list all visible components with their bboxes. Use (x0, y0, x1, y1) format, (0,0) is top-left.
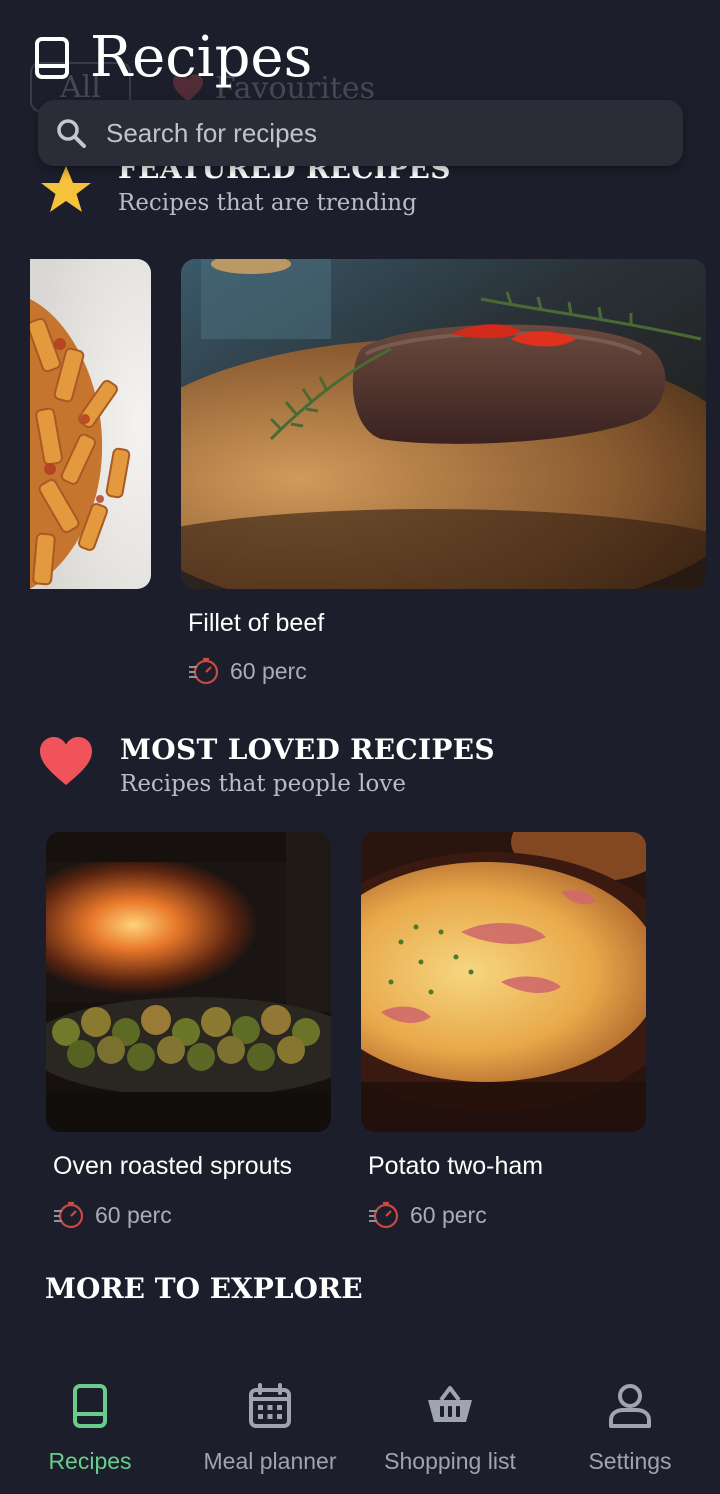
page-header: Recipes (34, 26, 312, 90)
time-label: 60 perc (230, 657, 307, 684)
most-loved-card-potato[interactable] (361, 832, 646, 1132)
nav-label-recipes: Recipes (48, 1448, 132, 1474)
book-icon (73, 1384, 107, 1428)
star-icon (41, 166, 91, 212)
book-icon (35, 37, 69, 79)
bottom-nav: Recipes Meal planner Shopping list Setti… (0, 1358, 720, 1494)
most-loved-subtitle: Recipes that people love (120, 771, 406, 797)
time-label: 60 perc (410, 1201, 487, 1228)
penne-pasta-image (30, 259, 151, 589)
search-input[interactable] (106, 117, 626, 149)
featured-card-beef-title: Fillet of beef (188, 609, 325, 637)
heart-icon (40, 737, 92, 785)
timer-icon (189, 657, 219, 685)
beef-fillet-image (181, 259, 706, 589)
nav-label-shopping-list: Shopping list (384, 1448, 516, 1474)
explore-title: MORE TO EXPLORE (45, 1272, 363, 1305)
most-loved-card-sprouts[interactable] (46, 832, 331, 1132)
most-loved-card-sprouts-title: Oven roasted sprouts (53, 1152, 293, 1180)
calendar-icon (249, 1383, 291, 1428)
nav-label-settings: Settings (588, 1448, 672, 1474)
user-icon (609, 1384, 651, 1428)
nav-item-meal-planner[interactable]: Meal planner (180, 1358, 360, 1494)
featured-card-beef-time: 60 perc (188, 656, 307, 686)
featured-section-header: FEATURED RECIPES Recipes that are trendi… (38, 158, 451, 218)
timer-icon (54, 1201, 84, 1229)
featured-card-beef[interactable] (181, 259, 706, 589)
search-icon (57, 119, 86, 148)
timer-icon (369, 1201, 399, 1229)
basket-icon (428, 1386, 472, 1422)
nav-item-recipes[interactable]: Recipes (0, 1358, 180, 1494)
most-loved-card-potato-title: Potato two-ham (368, 1152, 544, 1180)
most-loved-card-potato-time: 60 perc (368, 1200, 487, 1230)
nav-item-settings[interactable]: Settings (540, 1358, 720, 1494)
nav-item-shopping-list[interactable]: Shopping list (360, 1358, 540, 1494)
most-loved-title: MOST LOVED RECIPES (120, 733, 495, 766)
roasted-sprouts-image (46, 832, 331, 1132)
featured-subtitle: Recipes that are trending (118, 190, 417, 216)
potato-ham-gratin-image (361, 832, 646, 1132)
most-loved-section-header: MOST LOVED RECIPES Recipes that people l… (38, 733, 495, 799)
most-loved-card-sprouts-time: 60 perc (53, 1200, 172, 1230)
featured-card-pasta[interactable] (30, 259, 151, 589)
time-label: 60 perc (95, 1201, 172, 1228)
page-title: Recipes (90, 25, 313, 90)
search-bar[interactable] (38, 100, 683, 166)
nav-label-meal-planner: Meal planner (203, 1448, 337, 1474)
